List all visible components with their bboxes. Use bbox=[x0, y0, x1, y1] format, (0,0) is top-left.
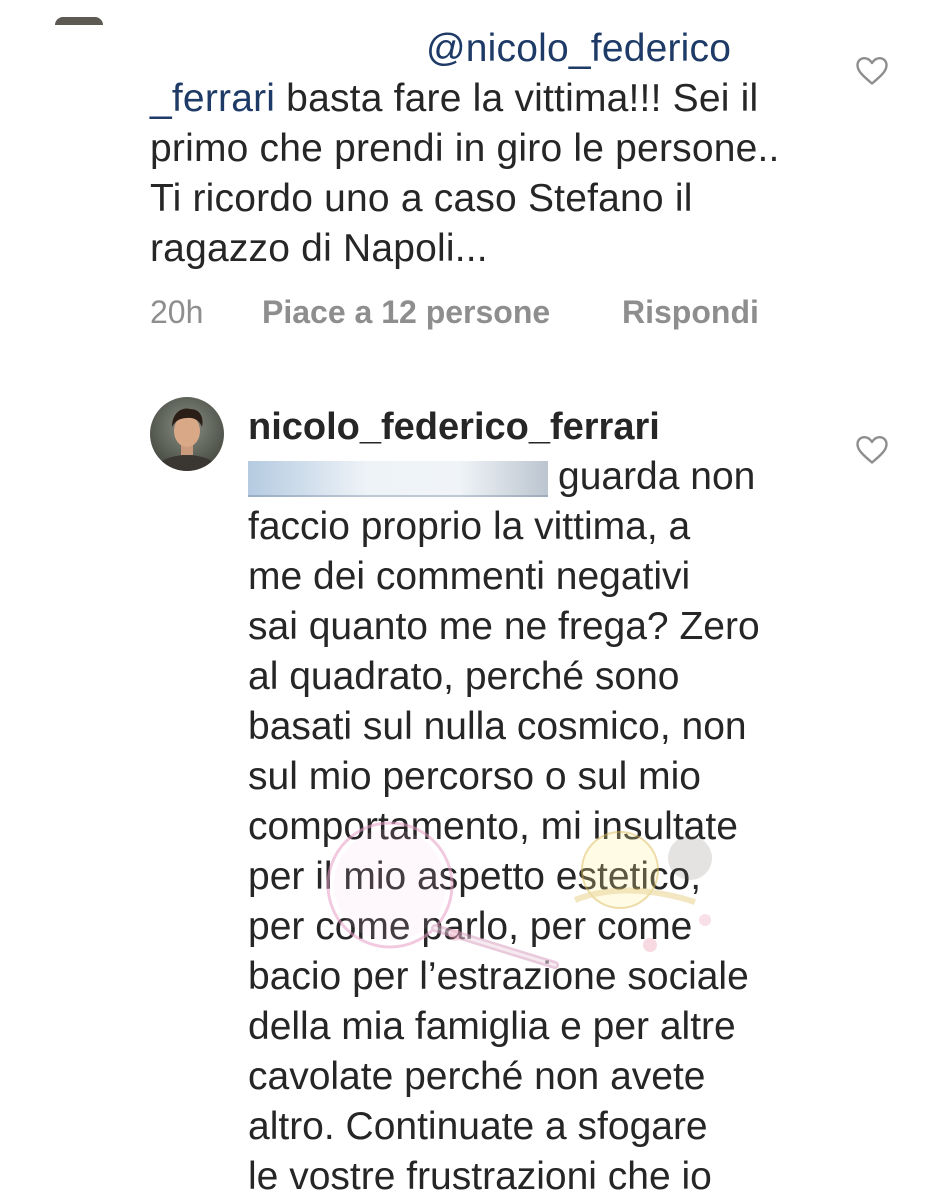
comment-text-line: altro. Continuate a sfogare bbox=[248, 1105, 708, 1148]
comment-text-line: le vostre frustrazioni che io bbox=[248, 1155, 712, 1198]
reply-comment-text: @nicolo_federico _ferrari basta fare la … bbox=[150, 24, 840, 274]
comment-text-line: faccio proprio la vittima, a bbox=[248, 505, 691, 548]
comment-text-line: me dei commenti negativi bbox=[248, 555, 691, 598]
like-heart-icon[interactable] bbox=[855, 56, 889, 86]
comment-text-line: al quadrato, perché sono bbox=[248, 655, 680, 698]
reply-text-line: basta fare la vittima!!! Sei il bbox=[275, 77, 759, 120]
comment-text-line: sul mio percorso o sul mio bbox=[248, 755, 701, 798]
mention-link-continued[interactable]: _ferrari bbox=[150, 77, 275, 120]
comment-username[interactable]: nicolo_federico_ferrari bbox=[248, 402, 848, 452]
like-heart-icon[interactable] bbox=[855, 435, 889, 465]
timestamp: 20h bbox=[150, 294, 204, 330]
comment-text-line: comportamento, mi insultate bbox=[248, 805, 738, 848]
reply-text-line: Ti ricordo uno a caso Stefano il bbox=[150, 177, 693, 220]
avatar[interactable] bbox=[150, 397, 224, 471]
comment-text-line: guarda non bbox=[558, 455, 756, 498]
comment-text-line: per il mio aspetto estetico, bbox=[248, 855, 702, 898]
redacted-mention bbox=[248, 460, 548, 497]
comment-body: nicolo_federico_ferrari guarda non facci… bbox=[248, 402, 848, 1202]
mention-link[interactable]: @nicolo_federico bbox=[426, 27, 731, 70]
reply-button[interactable]: Rispondi bbox=[622, 292, 759, 332]
reply-meta-row: 20h Piace a 12 persone Rispondi bbox=[150, 292, 759, 332]
reply-text-line: ragazzo di Napoli... bbox=[150, 227, 488, 270]
comment-text-line: bacio per l’estrazione sociale bbox=[248, 955, 749, 998]
comment-text-line: sai quanto me ne frega? Zero bbox=[248, 605, 760, 648]
comment-text-line: basati sul nulla cosmico, non bbox=[248, 705, 747, 748]
comment-text-line: per come parlo, per come bbox=[248, 905, 693, 948]
comment-text-line: cavolate perché non avete bbox=[248, 1055, 706, 1098]
comment-text-line: della mia famiglia e per altre bbox=[248, 1005, 736, 1048]
likes-count-link[interactable]: Piace a 12 persone bbox=[262, 292, 622, 332]
reply-text-line: primo che prendi in giro le persone.. bbox=[150, 127, 780, 170]
previous-avatar-edge bbox=[55, 17, 103, 25]
